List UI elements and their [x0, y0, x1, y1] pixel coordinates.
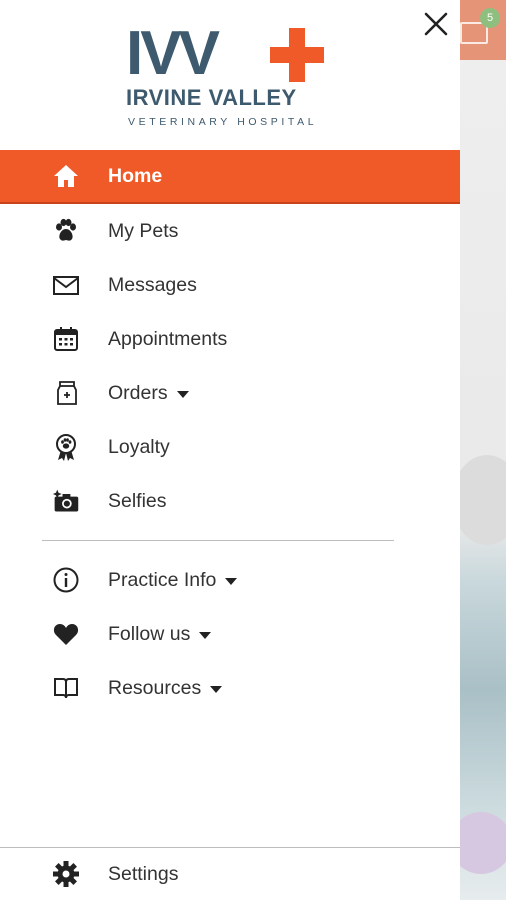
hospital-logo: IVV IRVINE VALLEY VETERINARY HOSPITAL — [120, 22, 335, 134]
menu-item-home[interactable]: Home — [0, 150, 460, 204]
navigation-drawer: IVV IRVINE VALLEY VETERINARY HOSPITAL Ho… — [0, 0, 460, 900]
book-icon — [52, 674, 80, 702]
menu-item-messages[interactable]: Messages — [0, 258, 460, 312]
camera-icon — [52, 487, 80, 515]
menu-item-loyalty[interactable]: Loyalty — [0, 420, 460, 474]
paw-icon — [52, 217, 80, 245]
main-menu: Home My Pets Messages Appointments Order… — [0, 150, 460, 528]
menu-item-label: Appointments — [108, 327, 228, 350]
menu-item-label: My Pets — [108, 219, 179, 242]
message-count-badge: 5 — [480, 8, 500, 28]
menu-item-selfies[interactable]: Selfies — [0, 474, 460, 528]
background-orders-button — [460, 455, 506, 545]
pet-food-bag-icon — [52, 379, 80, 407]
menu-item-label: Loyalty — [108, 435, 170, 458]
menu-item-label: Messages — [108, 273, 197, 296]
menu-item-label: Home — [108, 164, 163, 187]
secondary-menu: Practice Info Follow us Resources — [0, 553, 460, 715]
background-floating-button — [460, 812, 506, 874]
menu-item-label: Resources — [108, 677, 223, 700]
chevron-down-icon — [210, 686, 223, 693]
chevron-down-icon — [225, 578, 238, 585]
menu-item-label: Follow us — [108, 623, 212, 646]
logo-name: IRVINE VALLEY — [126, 85, 297, 110]
menu-item-resources[interactable]: Resources — [0, 661, 460, 715]
envelope-icon — [52, 271, 80, 299]
background-header: 5 — [460, 0, 506, 60]
menu-item-label: Orders — [108, 382, 189, 405]
home-icon — [52, 162, 80, 190]
menu-item-appointments[interactable]: Appointments — [0, 312, 460, 366]
logo-plus-icon — [270, 28, 324, 82]
close-drawer-button[interactable] — [420, 8, 452, 40]
logo-mark: IVV — [126, 19, 220, 88]
chevron-down-icon — [199, 632, 212, 639]
award-ribbon-icon — [52, 433, 80, 461]
close-icon — [424, 12, 448, 36]
menu-item-orders[interactable]: Orders — [0, 366, 460, 420]
gear-icon — [52, 860, 80, 888]
menu-item-follow-us[interactable]: Follow us — [0, 607, 460, 661]
menu-item-my-pets[interactable]: My Pets — [0, 204, 460, 258]
background-app: 5 — [460, 0, 506, 900]
heart-icon — [52, 620, 80, 648]
info-icon — [52, 566, 80, 594]
background-content — [460, 60, 506, 900]
menu-item-label: Settings — [108, 862, 179, 885]
logo-subtitle: VETERINARY HOSPITAL — [128, 116, 318, 128]
menu-item-practice-info[interactable]: Practice Info — [0, 553, 460, 607]
chevron-down-icon — [176, 391, 189, 398]
menu-divider — [42, 540, 394, 541]
menu-item-label: Practice Info — [108, 569, 238, 592]
menu-item-label: Selfies — [108, 489, 167, 512]
menu-item-settings[interactable]: Settings — [0, 848, 460, 900]
calendar-icon — [52, 325, 80, 353]
